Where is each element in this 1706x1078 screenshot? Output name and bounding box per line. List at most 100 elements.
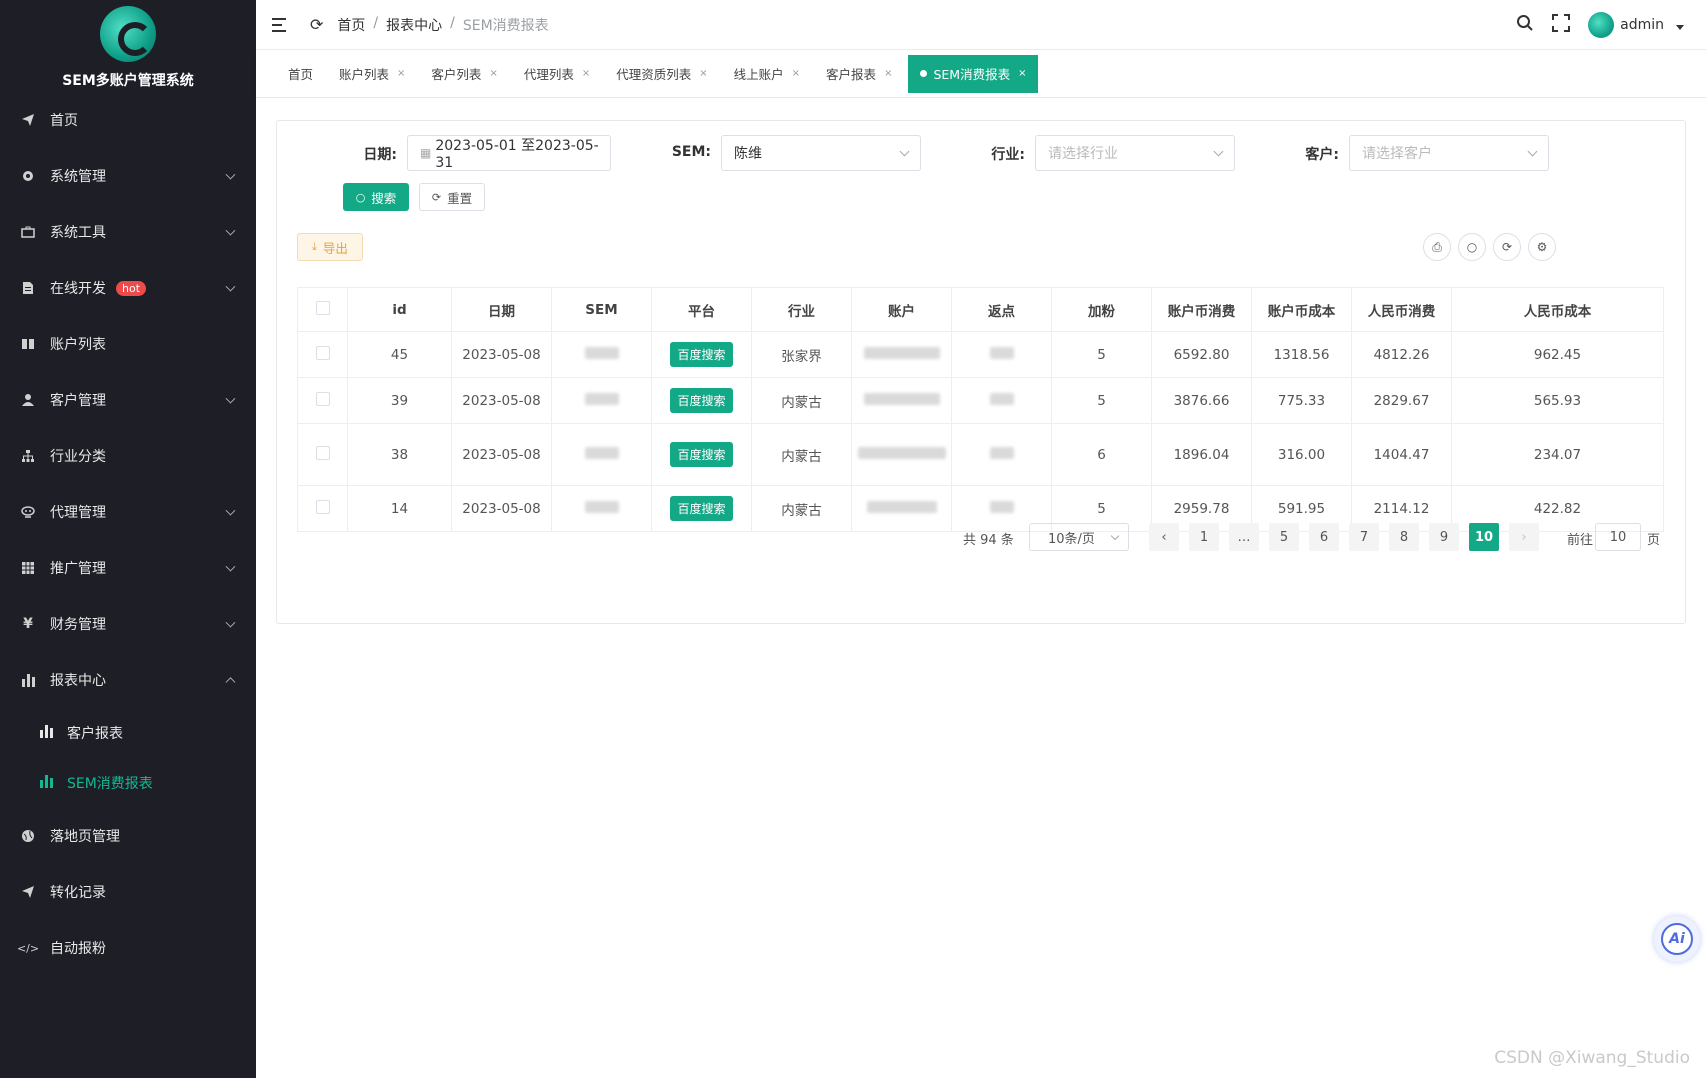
customer-placeholder: 请选择客户 xyxy=(1362,146,1432,162)
tab-sem-report[interactable]: SEM消费报表 × xyxy=(908,54,1039,93)
date-range-picker[interactable]: ▦ 2023-05-01 至2023-05-31 xyxy=(407,135,611,171)
goto-suffix: 页 xyxy=(1647,533,1661,548)
customer-select[interactable]: 请选择客户 xyxy=(1349,135,1549,171)
tab-agent-list[interactable]: 代理列表 × xyxy=(514,55,600,93)
breadcrumb-separator: / xyxy=(450,14,455,31)
close-icon[interactable]: × xyxy=(1018,68,1026,79)
user-menu[interactable]: admin xyxy=(1588,12,1684,38)
sidebar-subitem-customer-report[interactable]: 客户报表 xyxy=(0,708,256,758)
column-settings-icon[interactable]: ⚙ xyxy=(1528,233,1556,261)
column-header: 账户 xyxy=(851,287,952,332)
search-button[interactable]: ○ 搜索 xyxy=(343,183,409,211)
row-checkbox[interactable] xyxy=(315,345,330,360)
sidebar-item-tools[interactable]: 系统工具 xyxy=(0,204,256,260)
page-button-current[interactable]: 10 xyxy=(1469,523,1499,551)
sidebar-item-landing[interactable]: 落地页管理 xyxy=(0,808,256,864)
sidebar-item-home[interactable]: 首页 xyxy=(0,92,256,148)
tab-account-list[interactable]: 账户列表 × xyxy=(329,55,415,93)
sidebar-item-reports[interactable]: 报表中心 xyxy=(0,652,256,708)
sidebar-item-online-dev[interactable]: 在线开发 hot xyxy=(0,260,256,316)
chevron-down-icon xyxy=(1213,146,1224,157)
close-icon[interactable]: × xyxy=(699,68,707,79)
page-ellipsis[interactable]: … xyxy=(1229,523,1259,551)
table-row[interactable]: 45 2023-05-08 百度搜索 张家界 5 6592.80 1318.56… xyxy=(297,331,1664,378)
search-toggle-icon[interactable]: ○ xyxy=(1458,233,1486,261)
refresh-icon[interactable]: ⟳ xyxy=(1493,233,1521,261)
page-button[interactable]: 5 xyxy=(1269,523,1299,551)
page-size-select[interactable]: 10条/页 xyxy=(1029,523,1129,551)
close-icon[interactable]: × xyxy=(582,68,590,79)
redacted-mark xyxy=(584,500,619,513)
breadcrumb-item[interactable]: 报表中心 xyxy=(386,15,442,35)
tags-view: 首页 账户列表 × 客户列表 × 代理列表 × 代理资质列表 × 线上账户 × 客户报表 ×… xyxy=(256,50,1706,98)
close-icon[interactable]: × xyxy=(397,68,405,79)
sidebar-item-promotion[interactable]: 推广管理 xyxy=(0,540,256,596)
cell-sem-redacted xyxy=(551,423,652,486)
redacted-mark xyxy=(584,346,619,359)
reset-button[interactable]: ⟳ 重置 xyxy=(419,183,485,211)
menu-fold-icon[interactable] xyxy=(272,17,290,32)
sidebar-item-accounts[interactable]: 账户列表 xyxy=(0,316,256,372)
page-button[interactable]: 7 xyxy=(1349,523,1379,551)
tab-agent-qualification[interactable]: 代理资质列表 × xyxy=(606,55,717,93)
tab-online-accounts[interactable]: 线上账户 × xyxy=(724,55,810,93)
ai-assistant-button[interactable]: Ai xyxy=(1654,916,1700,962)
sidebar-item-finance[interactable]: ¥ 财务管理 xyxy=(0,596,256,652)
sidebar-item-industry[interactable]: 行业分类 xyxy=(0,428,256,484)
page-button[interactable]: 6 xyxy=(1309,523,1339,551)
main-content: 日期: ▦ 2023-05-01 至2023-05-31 SEM: 陈维 行业:… xyxy=(256,98,1706,1078)
row-checkbox[interactable] xyxy=(315,391,330,406)
code-icon: </> xyxy=(16,941,40,955)
sidebar-item-agents[interactable]: 代理管理 xyxy=(0,484,256,540)
search-icon[interactable] xyxy=(1516,14,1534,36)
print-icon[interactable]: ⎙ xyxy=(1423,233,1451,261)
sidebar-subitem-sem-report[interactable]: SEM消费报表 xyxy=(0,758,256,808)
select-all-checkbox[interactable] xyxy=(315,300,330,315)
breadcrumb-item[interactable]: 首页 xyxy=(337,15,365,35)
refresh-icon[interactable]: ⟳ xyxy=(310,15,323,34)
export-button[interactable]: ⤓ 导出 xyxy=(297,233,363,261)
chevron-left-icon: ‹ xyxy=(1161,529,1167,545)
goto-page-input[interactable]: 10 xyxy=(1595,523,1641,551)
sem-select[interactable]: 陈维 xyxy=(721,135,921,171)
sidebar-item-customers[interactable]: 客户管理 xyxy=(0,372,256,428)
row-checkbox[interactable] xyxy=(315,499,330,514)
tab-home[interactable]: 首页 xyxy=(278,55,323,93)
search-icon: ○ xyxy=(355,190,366,204)
page-button[interactable]: 9 xyxy=(1429,523,1459,551)
cell-acct-spend: 3876.66 xyxy=(1151,377,1252,424)
next-page-button[interactable]: › xyxy=(1509,523,1539,551)
column-header: 账户币成本 xyxy=(1251,287,1352,332)
close-icon[interactable]: × xyxy=(489,68,497,79)
tab-customer-list[interactable]: 客户列表 × xyxy=(421,55,507,93)
sidebar-item-system[interactable]: 系统管理 xyxy=(0,148,256,204)
industry-select[interactable]: 请选择行业 xyxy=(1035,135,1235,171)
logo-mark xyxy=(100,6,156,62)
prev-page-button[interactable]: ‹ xyxy=(1149,523,1179,551)
watermark: CSDN @Xiwang_Studio xyxy=(1494,1048,1690,1068)
table-row[interactable]: 38 2023-05-08 百度搜索 内蒙古 6 1896.04 316.00 … xyxy=(297,423,1664,486)
sitemap-icon xyxy=(20,448,36,464)
goto-label: 前往 xyxy=(1567,533,1594,548)
close-icon[interactable]: × xyxy=(792,68,800,79)
ai-icon: Ai xyxy=(1661,923,1693,955)
tab-customer-report[interactable]: 客户报表 × xyxy=(816,55,902,93)
close-icon[interactable]: × xyxy=(884,68,892,79)
tab-label: 客户报表 xyxy=(826,67,877,82)
page-size-value: 10条/页 xyxy=(1048,531,1095,547)
sidebar-item-auto-fans[interactable]: </> 自动报粉 xyxy=(0,920,256,976)
fullscreen-icon[interactable] xyxy=(1552,14,1571,36)
tab-label: 首页 xyxy=(288,67,314,82)
row-checkbox[interactable] xyxy=(315,445,330,460)
page-button[interactable]: 8 xyxy=(1389,523,1419,551)
column-header: 人民币消费 xyxy=(1351,287,1452,332)
cell-fans: 5 xyxy=(1051,377,1152,424)
breadcrumb-separator: / xyxy=(373,14,379,31)
chevron-down-icon xyxy=(225,225,236,236)
logo: SEM多账户管理系统 xyxy=(0,0,256,92)
sidebar-item-conversion[interactable]: 转化记录 xyxy=(0,864,256,920)
table-row[interactable]: 39 2023-05-08 百度搜索 内蒙古 5 3876.66 775.33 … xyxy=(297,377,1664,424)
column-header: 账户币消费 xyxy=(1151,287,1252,332)
page-button[interactable]: 1 xyxy=(1189,523,1219,551)
chevron-down-icon xyxy=(225,617,236,628)
